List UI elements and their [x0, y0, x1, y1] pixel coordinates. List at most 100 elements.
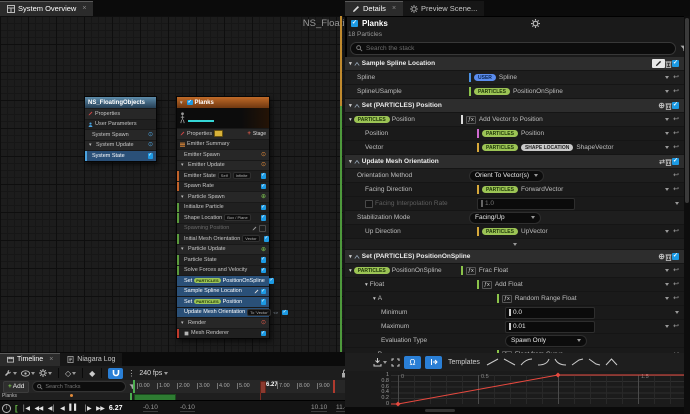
chevron-down-icon[interactable]: [665, 132, 669, 135]
template-fall-icon[interactable]: [588, 358, 601, 366]
param-row-particles-position[interactable]: PARTICLES Position Add Vector to Positio…: [345, 113, 684, 127]
node-row-user-parameters[interactable]: User Parameters: [85, 119, 156, 130]
template-rise-icon[interactable]: [571, 358, 584, 366]
collapse-caret-icon[interactable]: [349, 253, 352, 260]
range-start-value[interactable]: -0.10: [143, 404, 158, 412]
module-enabled-checkbox[interactable]: [672, 60, 679, 67]
emitter-node-header[interactable]: Planks: [177, 97, 269, 108]
reset-icon[interactable]: [673, 74, 679, 81]
node-row-emitter-update[interactable]: Emitter Update: [177, 160, 269, 171]
reset-icon[interactable]: [673, 228, 679, 235]
reset-icon[interactable]: [673, 323, 679, 330]
minimum-input[interactable]: 0.0: [505, 307, 595, 319]
node-row-system-update[interactable]: System Update: [85, 140, 156, 151]
node-row-properties[interactable]: Properties: [85, 108, 156, 119]
param-row-minimum[interactable]: Minimum 0.0: [345, 306, 684, 320]
collapse-caret-icon[interactable]: [181, 162, 186, 168]
close-icon[interactable]: [49, 356, 53, 363]
curve-keyframe[interactable]: [555, 372, 560, 377]
node-row-spawn-rate[interactable]: Spawn Rate: [177, 181, 269, 192]
param-row-a[interactable]: A Random Range Float: [345, 292, 684, 306]
open-scratch-pad-button[interactable]: [652, 59, 665, 68]
param-row-float[interactable]: Float Add Float: [345, 278, 684, 292]
module-enabled-checkbox[interactable]: [261, 268, 267, 274]
node-row-emitter-summary[interactable]: Emitter Summary: [177, 139, 269, 150]
tab-niagara-log[interactable]: Niagara Log: [60, 353, 122, 366]
collapse-caret-icon[interactable]: [349, 102, 352, 109]
add-stage-icon[interactable]: +: [247, 131, 251, 137]
chevron-down-icon[interactable]: [675, 311, 679, 314]
reset-icon[interactable]: [673, 88, 679, 95]
emitter-enabled-checkbox[interactable]: [187, 100, 193, 106]
step-forward-button[interactable]: [84, 405, 91, 412]
dynamic-input-name[interactable]: Frac Float: [479, 267, 508, 274]
curve-keyframe[interactable]: [395, 401, 400, 406]
iteration-source-icon[interactable]: [148, 142, 153, 148]
curve-editor-graph[interactable]: 1 0.8 0.6 0.4 0.2 0 0 0.5 1.5: [345, 371, 690, 407]
collapse-caret-icon[interactable]: [180, 100, 185, 106]
auto-key-button[interactable]: ◆: [89, 369, 95, 378]
add-module-icon[interactable]: [261, 193, 266, 200]
go-to-start-button[interactable]: [22, 405, 29, 412]
facing-interpolation-input[interactable]: 1.0: [477, 198, 575, 210]
enabled-checkbox[interactable]: [148, 153, 154, 159]
add-stage-label[interactable]: Stage: [253, 131, 266, 137]
param-value[interactable]: ForwardVector: [521, 186, 563, 193]
delete-icon[interactable]: [665, 60, 672, 68]
dynamic-input-name[interactable]: Add Float: [495, 281, 523, 288]
param-row-particles-positiononspline[interactable]: PARTICLES PositionOnSpline Frac Float: [345, 264, 684, 278]
reset-icon[interactable]: [673, 267, 679, 274]
tab-preview-scene[interactable]: Preview Scene...: [403, 1, 484, 16]
iteration-source-icon[interactable]: [261, 152, 266, 158]
collapse-caret-icon[interactable]: [181, 320, 186, 326]
iteration-source-icon[interactable]: [261, 162, 266, 168]
node-row-particle-state[interactable]: Particle State: [177, 254, 269, 265]
param-value[interactable]: Spline: [499, 74, 517, 81]
chevron-down-icon[interactable]: [665, 146, 669, 149]
snap-options-button[interactable]: ⋮: [127, 369, 135, 378]
param-row-evaluation-type[interactable]: Evaluation Type Spawn Only: [345, 334, 684, 348]
chevron-down-icon[interactable]: [665, 283, 669, 286]
module-enabled-checkbox[interactable]: [672, 253, 679, 260]
delete-icon[interactable]: [665, 253, 672, 261]
add-module-icon[interactable]: [261, 246, 266, 253]
reset-icon[interactable]: [673, 116, 679, 123]
iteration-source-icon[interactable]: [148, 132, 153, 138]
chevron-down-icon[interactable]: [665, 297, 669, 300]
add-parameter-icon[interactable]: [658, 101, 665, 110]
node-row-initial-mesh-orientation[interactable]: Initial Mesh Orientation Vector: [177, 233, 269, 244]
view-start-value[interactable]: -0.10: [180, 404, 195, 412]
timeline-ruler[interactable]: 0.00 1.00 2.00 3.00 4.00 5.00 7.00 8.00 …: [133, 380, 345, 394]
renderer-enabled-checkbox[interactable]: [261, 331, 267, 337]
param-row-orientation-method[interactable]: Orientation Method Orient To Vector(s): [345, 169, 684, 183]
module-enabled-checkbox[interactable]: [261, 173, 267, 179]
collapse-caret-icon[interactable]: [89, 142, 94, 148]
emitter-node-planks[interactable]: Planks Properties + Stage Emitter Summar…: [176, 96, 270, 339]
reset-icon[interactable]: [673, 172, 679, 179]
module-enabled-checkbox[interactable]: [259, 225, 267, 233]
node-row-particle-update[interactable]: Particle Update: [177, 244, 269, 255]
close-icon[interactable]: [82, 5, 86, 12]
chevron-down-icon[interactable]: [665, 188, 669, 191]
module-enabled-checkbox[interactable]: [261, 184, 267, 190]
enable-checkbox[interactable]: [365, 200, 373, 208]
param-row-stabilization-mode[interactable]: Stabilization Mode Facing/Up: [345, 211, 684, 225]
tab-system-overview[interactable]: System Overview: [0, 1, 93, 16]
node-row-solve-forces[interactable]: Solve Forces and Velocity: [177, 265, 269, 276]
snap-time-toggle[interactable]: Ω: [404, 356, 421, 369]
param-value[interactable]: ShapeVector: [576, 144, 613, 151]
section-sample-spline-location[interactable]: Sample Spline Location: [345, 57, 684, 71]
node-row-emitter-spawn[interactable]: Emitter Spawn: [177, 149, 269, 160]
template-ease-in-icon[interactable]: [537, 358, 550, 366]
version-icon[interactable]: [273, 310, 278, 315]
search-tracks-input[interactable]: Search Tracks: [32, 381, 126, 392]
stabilization-mode-dropdown[interactable]: Facing/Up: [469, 212, 541, 224]
node-row-system-spawn[interactable]: System Spawn: [85, 129, 156, 140]
fps-dropdown[interactable]: 240 fps: [139, 370, 168, 377]
collapse-caret-icon[interactable]: [349, 158, 352, 165]
param-row-facing-interpolation-rate[interactable]: Facing Interpolation Rate 1.0: [345, 197, 684, 211]
param-row-position[interactable]: Position PARTICLES Position: [345, 127, 684, 141]
node-row-update-mesh-orientation[interactable]: Update Mesh Orientation To 'Vector': [177, 307, 269, 318]
curve-import-button[interactable]: [373, 358, 387, 367]
node-row-properties[interactable]: Properties + Stage: [177, 128, 269, 139]
